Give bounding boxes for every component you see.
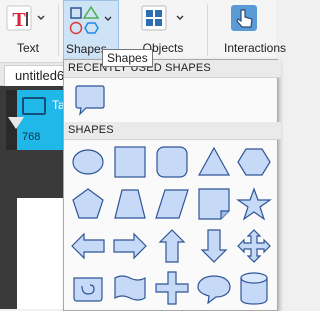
trapezoid-shape[interactable] <box>112 186 148 222</box>
svg-text:T: T <box>12 9 26 31</box>
hand-pointer-icon <box>231 5 257 31</box>
oval-callout-shape[interactable] <box>196 270 232 306</box>
rounded-rectangle-shape[interactable] <box>154 144 190 180</box>
interactions-button[interactable]: Interactions <box>212 0 287 62</box>
text-button-label: Text <box>16 41 39 55</box>
slide-icon <box>22 97 46 115</box>
folded-corner-icon <box>198 188 230 220</box>
cylinder-icon <box>240 272 268 305</box>
tab-untitled6[interactable]: untitled6 <box>4 65 72 86</box>
slide-page[interactable] <box>17 198 64 309</box>
arrow-down-shape[interactable] <box>196 228 232 264</box>
plus-icon <box>155 271 189 305</box>
parallelogram-icon <box>155 189 189 219</box>
rectangle-icon <box>114 146 146 178</box>
cylinder-shape[interactable] <box>236 270 272 306</box>
arrow-left-shape[interactable] <box>70 228 106 264</box>
pentagon-icon <box>72 188 104 219</box>
parallelogram-shape[interactable] <box>154 186 190 222</box>
scroll-icon <box>73 277 103 302</box>
quad-arrow-icon <box>237 229 271 263</box>
wave-icon <box>114 275 146 301</box>
hexagon-icon <box>237 148 271 176</box>
triangle-shape[interactable] <box>196 144 232 180</box>
star-icon <box>236 187 272 221</box>
position-marker[interactable] <box>8 117 24 129</box>
shapes-dropdown: RECENTLY USED SHAPES SHAPES <box>63 59 281 311</box>
folded-corner-shape[interactable] <box>196 186 232 222</box>
triangle-icon <box>197 146 231 176</box>
oval-callout-icon <box>197 275 231 305</box>
speech-bubble-shape[interactable] <box>72 82 108 118</box>
arrow-right-icon <box>113 232 147 260</box>
interactions-button-label: Interactions <box>224 41 287 55</box>
quad-arrow-shape[interactable] <box>236 228 272 264</box>
chevron-down-icon <box>104 16 112 21</box>
rounded-rectangle-icon <box>156 146 188 178</box>
shapes-icon <box>69 5 100 35</box>
arrow-up-icon <box>158 229 186 263</box>
shapes-tooltip: Shapes <box>102 49 153 67</box>
scroll-shape[interactable] <box>70 270 106 306</box>
text-icon: T <box>6 5 32 31</box>
arrow-right-shape[interactable] <box>112 228 148 264</box>
trapezoid-icon <box>114 189 146 219</box>
wave-shape[interactable] <box>112 270 148 306</box>
chevron-down-icon <box>37 15 45 20</box>
star-shape[interactable] <box>236 186 272 222</box>
speech-bubble-icon <box>75 85 105 116</box>
hexagon-shape[interactable] <box>236 144 272 180</box>
plus-shape[interactable] <box>154 270 190 306</box>
position-value: 768 <box>22 131 41 143</box>
arrow-down-icon <box>200 229 228 263</box>
shapes-header: SHAPES <box>64 122 281 140</box>
arrow-up-shape[interactable] <box>154 228 190 264</box>
separator <box>207 4 208 56</box>
pentagon-shape[interactable] <box>70 186 106 222</box>
chevron-down-icon <box>176 15 184 20</box>
arrow-left-icon <box>71 232 105 260</box>
text-button[interactable]: T Text <box>0 0 56 62</box>
rectangle-shape[interactable] <box>112 144 148 180</box>
ellipse-shape[interactable] <box>70 144 106 180</box>
ellipse-icon <box>72 149 104 175</box>
separator <box>58 4 59 56</box>
recent-shapes-header: RECENTLY USED SHAPES <box>64 60 281 78</box>
objects-icon <box>141 5 167 31</box>
